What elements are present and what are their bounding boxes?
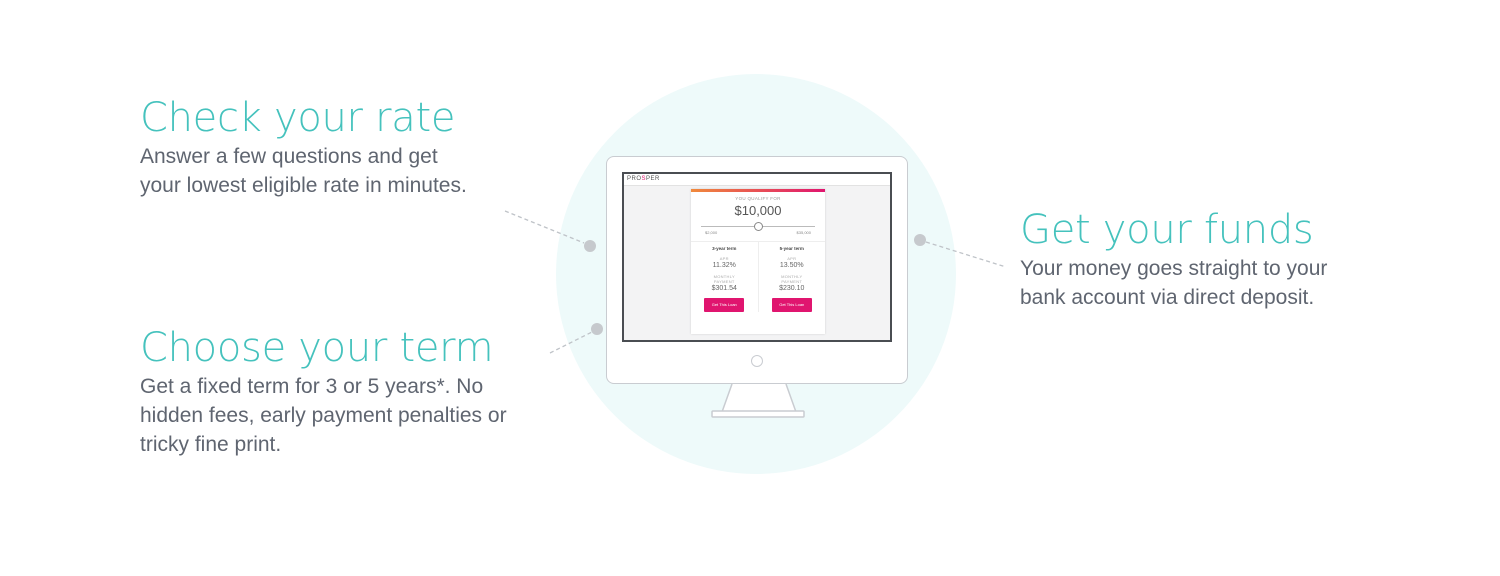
browser-topbar: PROSPER: [624, 174, 890, 186]
payment-value: $301.54: [711, 285, 737, 292]
apr-label: APR: [719, 256, 729, 261]
monitor-home-button: [751, 355, 763, 367]
step-choose-term: Choose your term Get a fixed term for 3 …: [140, 326, 560, 459]
payment-label: MONTHLY PAYMENT: [713, 274, 735, 284]
term-name: 3-year term: [712, 246, 737, 251]
card-accent-bar: [691, 189, 825, 192]
step-title: Check your rate: [140, 95, 456, 141]
slider-min: $2,000: [705, 230, 718, 235]
term-option-3-year: 3-year term APR 11.32% MONTHLY PAYMENT $3…: [691, 242, 758, 312]
apr-value: 11.32%: [712, 262, 736, 269]
logo-text-right: PER: [646, 176, 660, 182]
step-description: Your money goes straight to your bank ac…: [1020, 257, 1328, 309]
get-this-loan-button[interactable]: Get This Loan: [771, 298, 812, 312]
step-check-rate: Check your rate Answer a few questions a…: [140, 96, 520, 200]
loan-amount: $10,000: [734, 203, 782, 218]
term-name: 5-year term: [779, 246, 804, 251]
qualify-label: YOU QUALIFY FOR: [735, 196, 781, 201]
apr-label: APR: [787, 256, 797, 261]
payment-value: $230.10: [779, 285, 805, 292]
logo-text-left: PRO: [627, 176, 642, 182]
apr-value: 13.50%: [779, 262, 804, 269]
monitor: PROSPER YOU QUALIFY FOR $10,000 $2,000 $…: [606, 156, 908, 384]
amount-slider[interactable]: $2,000 $35,000: [701, 221, 815, 235]
term-option-5-year: 5-year term APR 13.50% MONTHLY PAYMENT $2…: [757, 242, 826, 312]
slider-max: $35,000: [796, 230, 811, 235]
monitor-screen: PROSPER YOU QUALIFY FOR $10,000 $2,000 $…: [622, 172, 892, 342]
loan-offer-card: YOU QUALIFY FOR $10,000 $2,000 $35,000 3…: [691, 189, 825, 334]
payment-label: MONTHLY PAYMENT: [781, 274, 803, 284]
step-title: Get your funds: [1020, 207, 1314, 253]
step-description: Answer a few questions and get your lowe…: [140, 145, 467, 197]
step-title: Choose your term: [140, 325, 494, 371]
slider-knob[interactable]: [754, 222, 763, 231]
term-options: 3-year term APR 11.32% MONTHLY PAYMENT $3…: [691, 241, 825, 312]
get-this-loan-button[interactable]: Get This Loan: [704, 298, 745, 312]
step-get-funds: Get your funds Your money goes straight …: [1020, 208, 1380, 312]
step-description: Get a fixed term for 3 or 5 years*. No h…: [140, 375, 507, 456]
